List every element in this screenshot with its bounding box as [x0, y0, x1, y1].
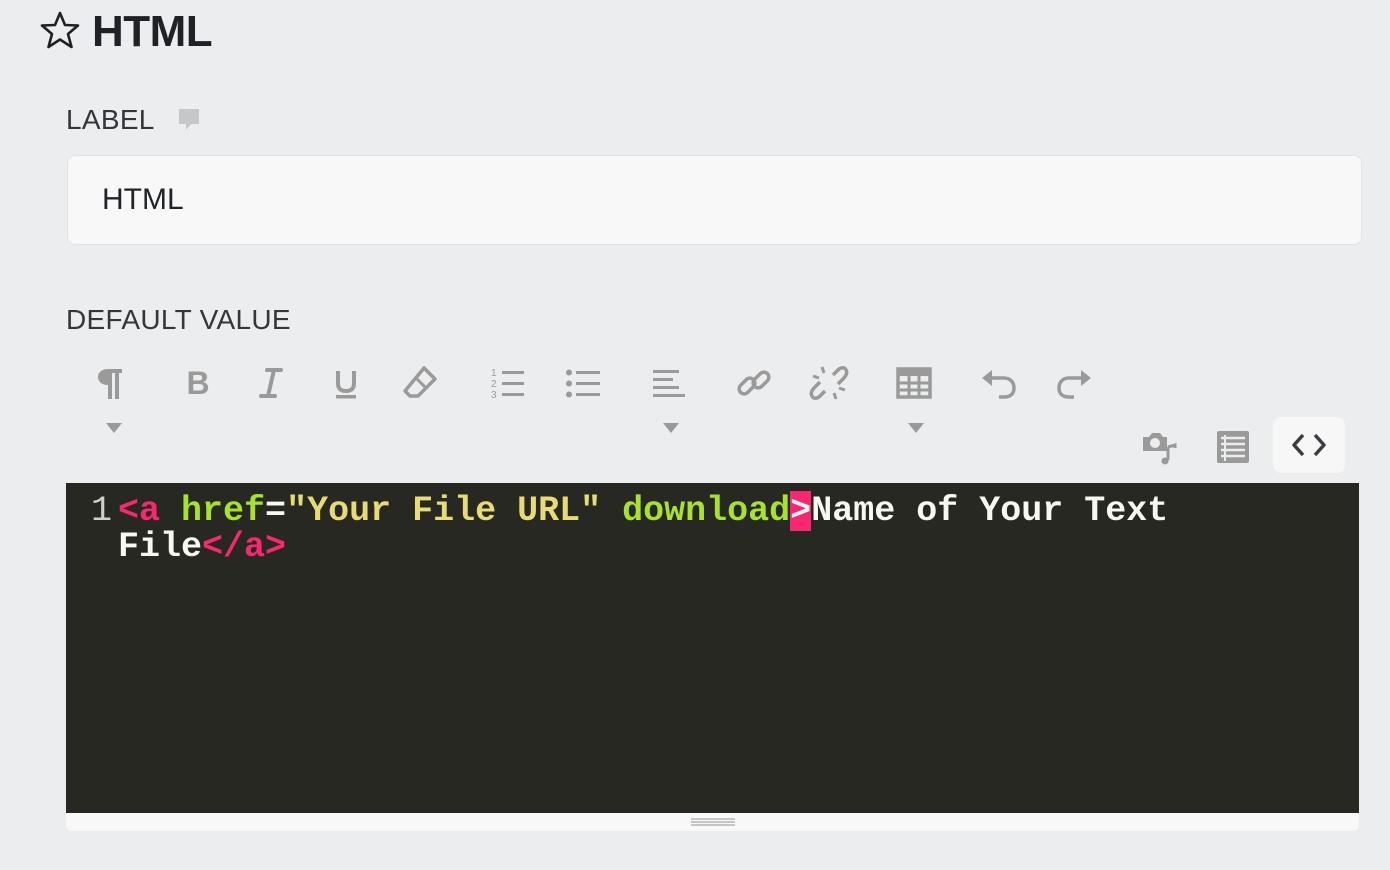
snippets-button[interactable] [1206, 419, 1260, 475]
bold-icon: B [186, 365, 209, 401]
undo-button[interactable] [972, 355, 1026, 411]
token-end-tag: </a> [202, 527, 287, 567]
line-number: 1 [90, 491, 112, 531]
label-section-heading: LABEL [66, 104, 203, 136]
align-button[interactable] [641, 355, 695, 411]
media-icon [1143, 433, 1177, 465]
label-input-value: HTML [102, 183, 184, 216]
eraser-icon [403, 366, 437, 398]
undo-icon [982, 370, 1016, 399]
rich-text-toolbar: B 1 2 3 [66, 355, 1361, 475]
code-icon [1292, 433, 1326, 457]
italic-button[interactable] [244, 355, 298, 411]
svg-text:B: B [186, 365, 209, 401]
token-attr-href: href [181, 491, 266, 531]
ordered-list-button[interactable]: 1 2 3 [481, 355, 535, 411]
resize-handle-icon[interactable] [690, 818, 735, 826]
svg-text:1: 1 [491, 368, 497, 379]
list-block-icon [1217, 431, 1249, 463]
token-attr-download: download [622, 491, 791, 531]
link-icon [737, 370, 771, 396]
clear-formatting-button[interactable] [393, 355, 447, 411]
editor-resize-bar [66, 813, 1359, 831]
label-input[interactable]: HTML [67, 155, 1362, 245]
align-left-icon [653, 370, 685, 397]
bold-button[interactable]: B [171, 355, 225, 411]
token-equals: = [265, 491, 287, 531]
unordered-list-button[interactable] [556, 355, 610, 411]
underline-icon [336, 371, 356, 399]
token-close-bracket-cursor: > [790, 491, 812, 531]
token-href-value: "Your File URL" [286, 491, 602, 531]
comment-icon[interactable] [175, 106, 203, 134]
token-text-line1: Name of Your Text [811, 491, 1169, 531]
token-text-line2: File [118, 527, 203, 567]
page-header: HTML [40, 6, 213, 58]
code-editor[interactable]: 1 <a href="Your File URL" download>Name … [66, 483, 1359, 813]
svg-text:2: 2 [491, 379, 497, 390]
underline-button[interactable] [319, 355, 373, 411]
label-heading-text: LABEL [66, 104, 155, 135]
paragraph-dropdown-caret[interactable] [104, 421, 124, 435]
insert-media-button[interactable] [1132, 419, 1186, 475]
align-dropdown-caret[interactable] [661, 421, 681, 435]
code-view-button[interactable] [1273, 417, 1345, 473]
unlink-button[interactable] [802, 355, 856, 411]
page-title: HTML [92, 7, 213, 56]
redo-button[interactable] [1047, 355, 1101, 411]
svg-text:3: 3 [491, 390, 497, 401]
table-dropdown-caret[interactable] [906, 421, 926, 435]
ordered-list-icon: 1 2 3 [491, 368, 524, 401]
paragraph-format-button[interactable] [84, 355, 138, 411]
table-button[interactable] [887, 355, 941, 411]
redo-icon [1057, 370, 1091, 399]
table-icon [896, 367, 932, 399]
unordered-list-icon [566, 369, 600, 398]
star-outline-icon[interactable] [40, 10, 80, 55]
default-value-heading: DEFAULT VALUE [66, 304, 291, 335]
token-open-tag: <a [118, 491, 161, 531]
code-line[interactable]: <a href="Your File URL" download>Name of… [118, 491, 1298, 567]
insert-link-button[interactable] [727, 355, 781, 411]
unlink-icon [809, 366, 849, 400]
paragraph-icon [98, 369, 122, 399]
italic-icon [259, 368, 283, 398]
